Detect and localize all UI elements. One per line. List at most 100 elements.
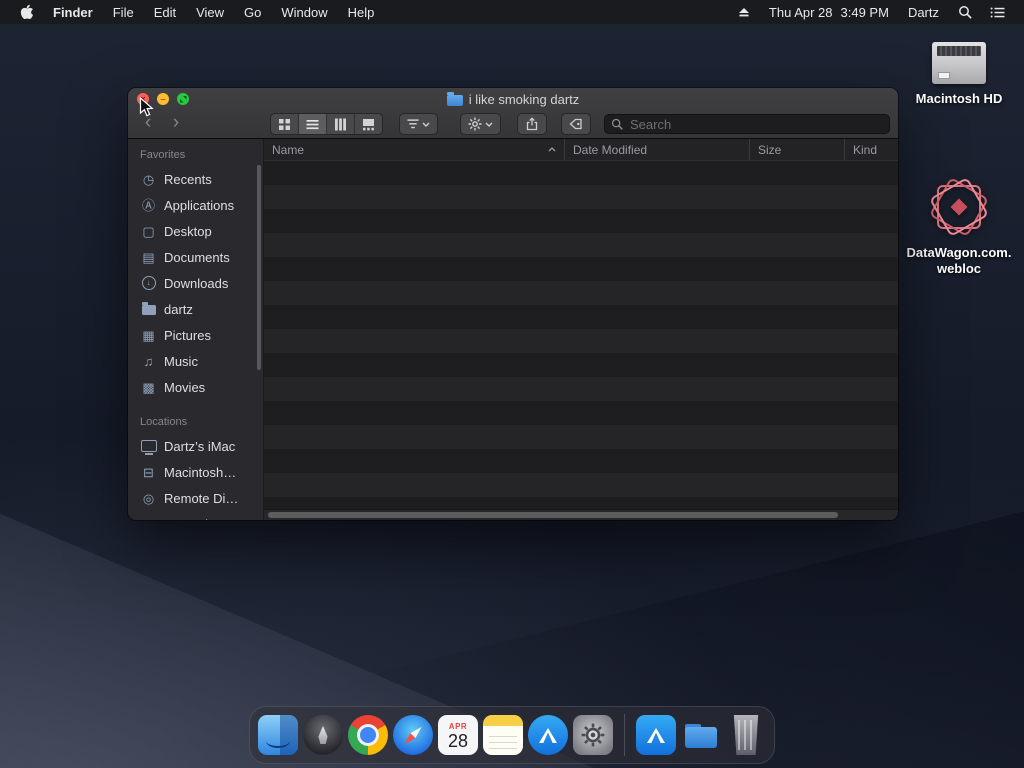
window-title-text: i like smoking dartz [468,91,580,107]
share-icon [526,117,538,131]
forward-button[interactable]: › [164,113,188,136]
sidebar-item-documents[interactable]: ▤ Documents [128,244,263,270]
sidebar-item-macintosh-hd[interactable]: ⊟ Macintosh… [128,459,263,485]
dock-downloads-folder-icon[interactable] [681,715,721,755]
zoom-button[interactable] [177,93,189,105]
sidebar-item-dartz[interactable]: dartz [128,296,263,322]
eject-menu-extra[interactable] [728,5,760,19]
sidebar-item-network[interactable]: ⊕ Network [128,511,263,521]
minimize-button[interactable]: – [157,93,169,105]
window-title: i like smoking dartz [446,91,580,107]
icon-view-button[interactable] [271,114,299,134]
desktop-icon-label: Macintosh HD [915,91,1003,106]
sidebar-item-recents[interactable]: ◷ Recents [128,166,263,192]
notification-list-icon [990,7,1005,17]
list-view-icon [306,119,319,129]
search-field[interactable] [604,114,890,134]
applications-icon: Ⓐ [141,197,155,213]
menu-user[interactable]: Dartz [898,0,949,24]
dock-finder-icon[interactable] [258,715,298,755]
desktop-icon-label-line1: DataWagon.com. [906,245,1012,260]
view-mode-segment [270,113,383,135]
close-button[interactable]: × [137,93,149,105]
folder-proxy-icon [446,91,463,106]
menu-help[interactable]: Help [338,0,385,24]
column-header-date-modified[interactable]: Date Modified [564,139,749,160]
sidebar-scrollbar[interactable] [257,165,261,370]
menu-go[interactable]: Go [234,0,271,24]
dock-calendar-icon[interactable]: APR 28 [438,715,478,755]
menu-edit[interactable]: Edit [144,0,186,24]
minimize-icon: – [160,93,166,104]
column-view-button[interactable] [327,114,355,134]
column-header-name[interactable]: Name [264,139,564,160]
share-button[interactable] [517,113,547,135]
movies-icon: ▩ [142,379,155,395]
gallery-view-button[interactable] [355,114,382,134]
spotlight-menu-extra[interactable] [949,5,981,19]
hard-drive-icon: ⊟ [143,464,154,480]
dock-app-store-alt-icon[interactable] [636,715,676,755]
window-chrome: × – i like smoking dartz ‹ › [128,88,898,139]
tag-button[interactable] [561,113,591,135]
toolbar: ‹ › [128,110,898,138]
menu-bar: Finder File Edit View Go Window Help Thu… [0,0,1024,24]
column-header-kind[interactable]: Kind [844,139,898,160]
sidebar-item-pictures[interactable]: ▦ Pictures [128,322,263,348]
chevron-down-icon [485,122,493,127]
search-input[interactable] [628,115,883,133]
title-bar[interactable]: × – i like smoking dartz [128,88,898,110]
desktop-icon-macintosh-hd[interactable]: Macintosh HD [898,42,1020,107]
notification-center-menu-extra[interactable] [981,6,1014,19]
sidebar-item-imac[interactable]: Dartz’s iMac [128,433,263,459]
dock-chrome-icon[interactable] [348,715,388,755]
recents-icon: ◷ [142,171,155,187]
window-content: Favorites ◷ Recents Ⓐ Applications ▢ Des… [128,139,898,520]
dock-app-store-icon[interactable] [528,715,568,755]
gear-icon [581,723,605,747]
dock-trash-icon[interactable] [733,715,759,755]
desktop-icon-datawagon-webloc[interactable]: DataWagon.com. webloc [898,176,1020,278]
list-view-button[interactable] [299,114,327,134]
sidebar: Favorites ◷ Recents Ⓐ Applications ▢ Des… [128,139,264,520]
menu-window[interactable]: Window [271,0,337,24]
music-icon: ♫ [143,353,154,369]
calendar-day: 28 [447,731,469,751]
calendar-month: APR [448,722,468,731]
webloc-mandala-icon [928,176,990,238]
desktop-icon: ▢ [142,223,155,239]
dock-notes-icon[interactable] [483,715,523,755]
column-view-icon [335,118,346,130]
file-list-rows[interactable] [264,161,898,509]
chevron-down-icon [422,122,430,127]
dock: APR 28 [249,706,775,764]
sidebar-section-favorites: Favorites [140,149,186,161]
sidebar-item-applications[interactable]: Ⓐ Applications [128,192,263,218]
gallery-view-icon [363,118,374,130]
menu-clock[interactable]: Thu Apr 28 3:49 PM [760,5,898,20]
sidebar-item-downloads[interactable]: ↓ Downloads [128,270,263,296]
group-button[interactable] [399,113,438,135]
network-icon: ⊕ [140,518,157,521]
menu-file[interactable]: File [103,0,144,24]
menu-app-name[interactable]: Finder [43,0,103,24]
dock-system-preferences-icon[interactable] [573,715,613,755]
desktop-icon-label-line2: webloc [936,261,982,277]
sidebar-item-desktop[interactable]: ▢ Desktop [128,218,263,244]
column-header-size[interactable]: Size [749,139,844,160]
sort-ascending-icon [548,147,556,152]
sidebar-item-music[interactable]: ♫ Music [128,348,263,374]
back-button[interactable]: ‹ [136,113,160,136]
sidebar-item-movies[interactable]: ▩ Movies [128,374,263,400]
dock-launchpad-icon[interactable] [303,715,343,755]
search-icon [611,118,623,130]
action-button[interactable] [460,113,501,135]
menu-time: 3:49 PM [840,4,889,20]
sidebar-item-remote-disc[interactable]: ◎ Remote Di… [128,485,263,511]
horizontal-scrollbar[interactable] [264,509,898,520]
horizontal-scrollbar-thumb[interactable] [268,512,838,518]
menu-view[interactable]: View [186,0,234,24]
icon-view-icon [279,118,290,130]
apple-menu[interactable] [10,4,43,20]
dock-safari-icon[interactable] [393,715,433,755]
